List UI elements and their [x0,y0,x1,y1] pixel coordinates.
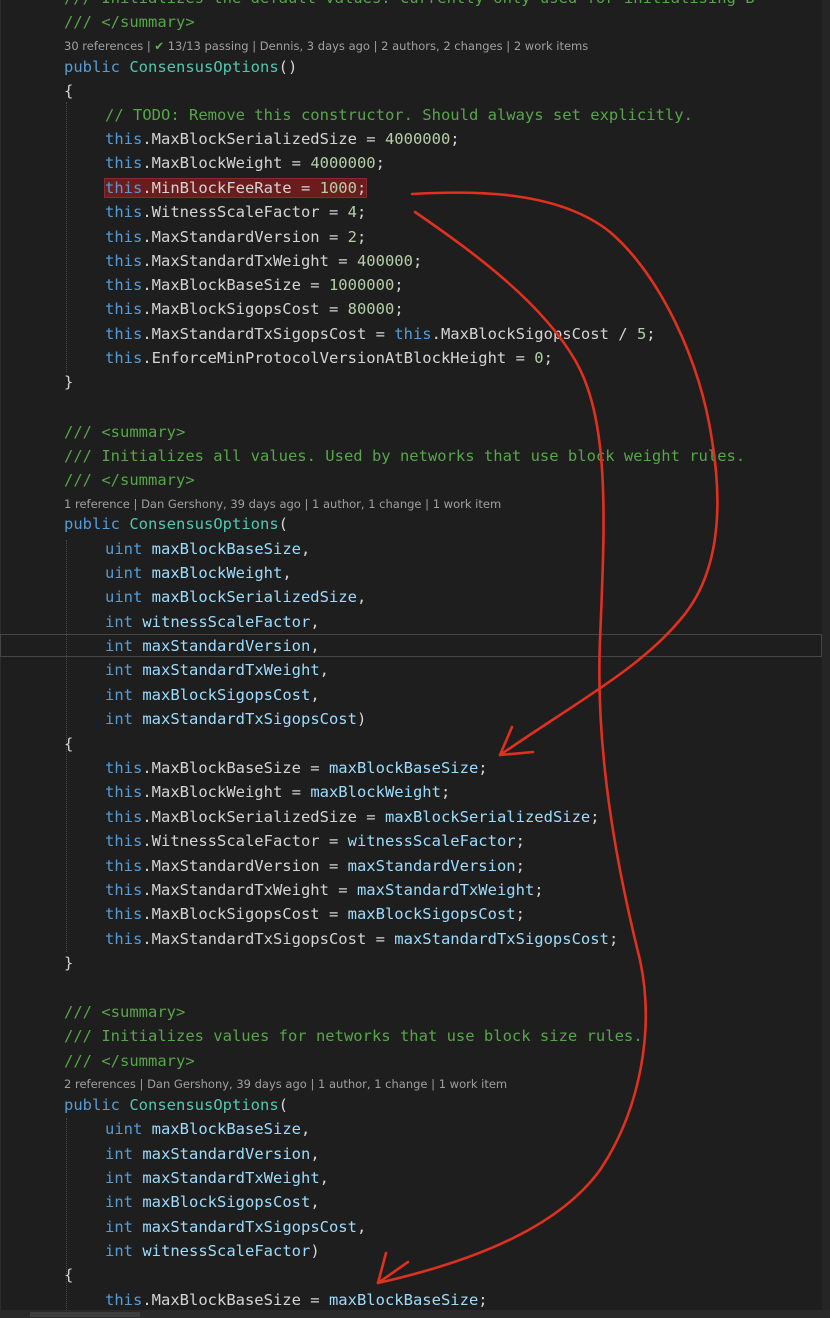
scrollbar-thumb[interactable] [30,1312,140,1317]
annotation-arrow-1 [410,191,719,757]
vertical-scrollbar[interactable] [822,0,830,1318]
horizontal-scrollbar[interactable] [0,1310,830,1318]
red-annotation-arrows [376,191,719,1285]
code-editor[interactable]: /// Initializes the default values. Curr… [0,0,830,1318]
